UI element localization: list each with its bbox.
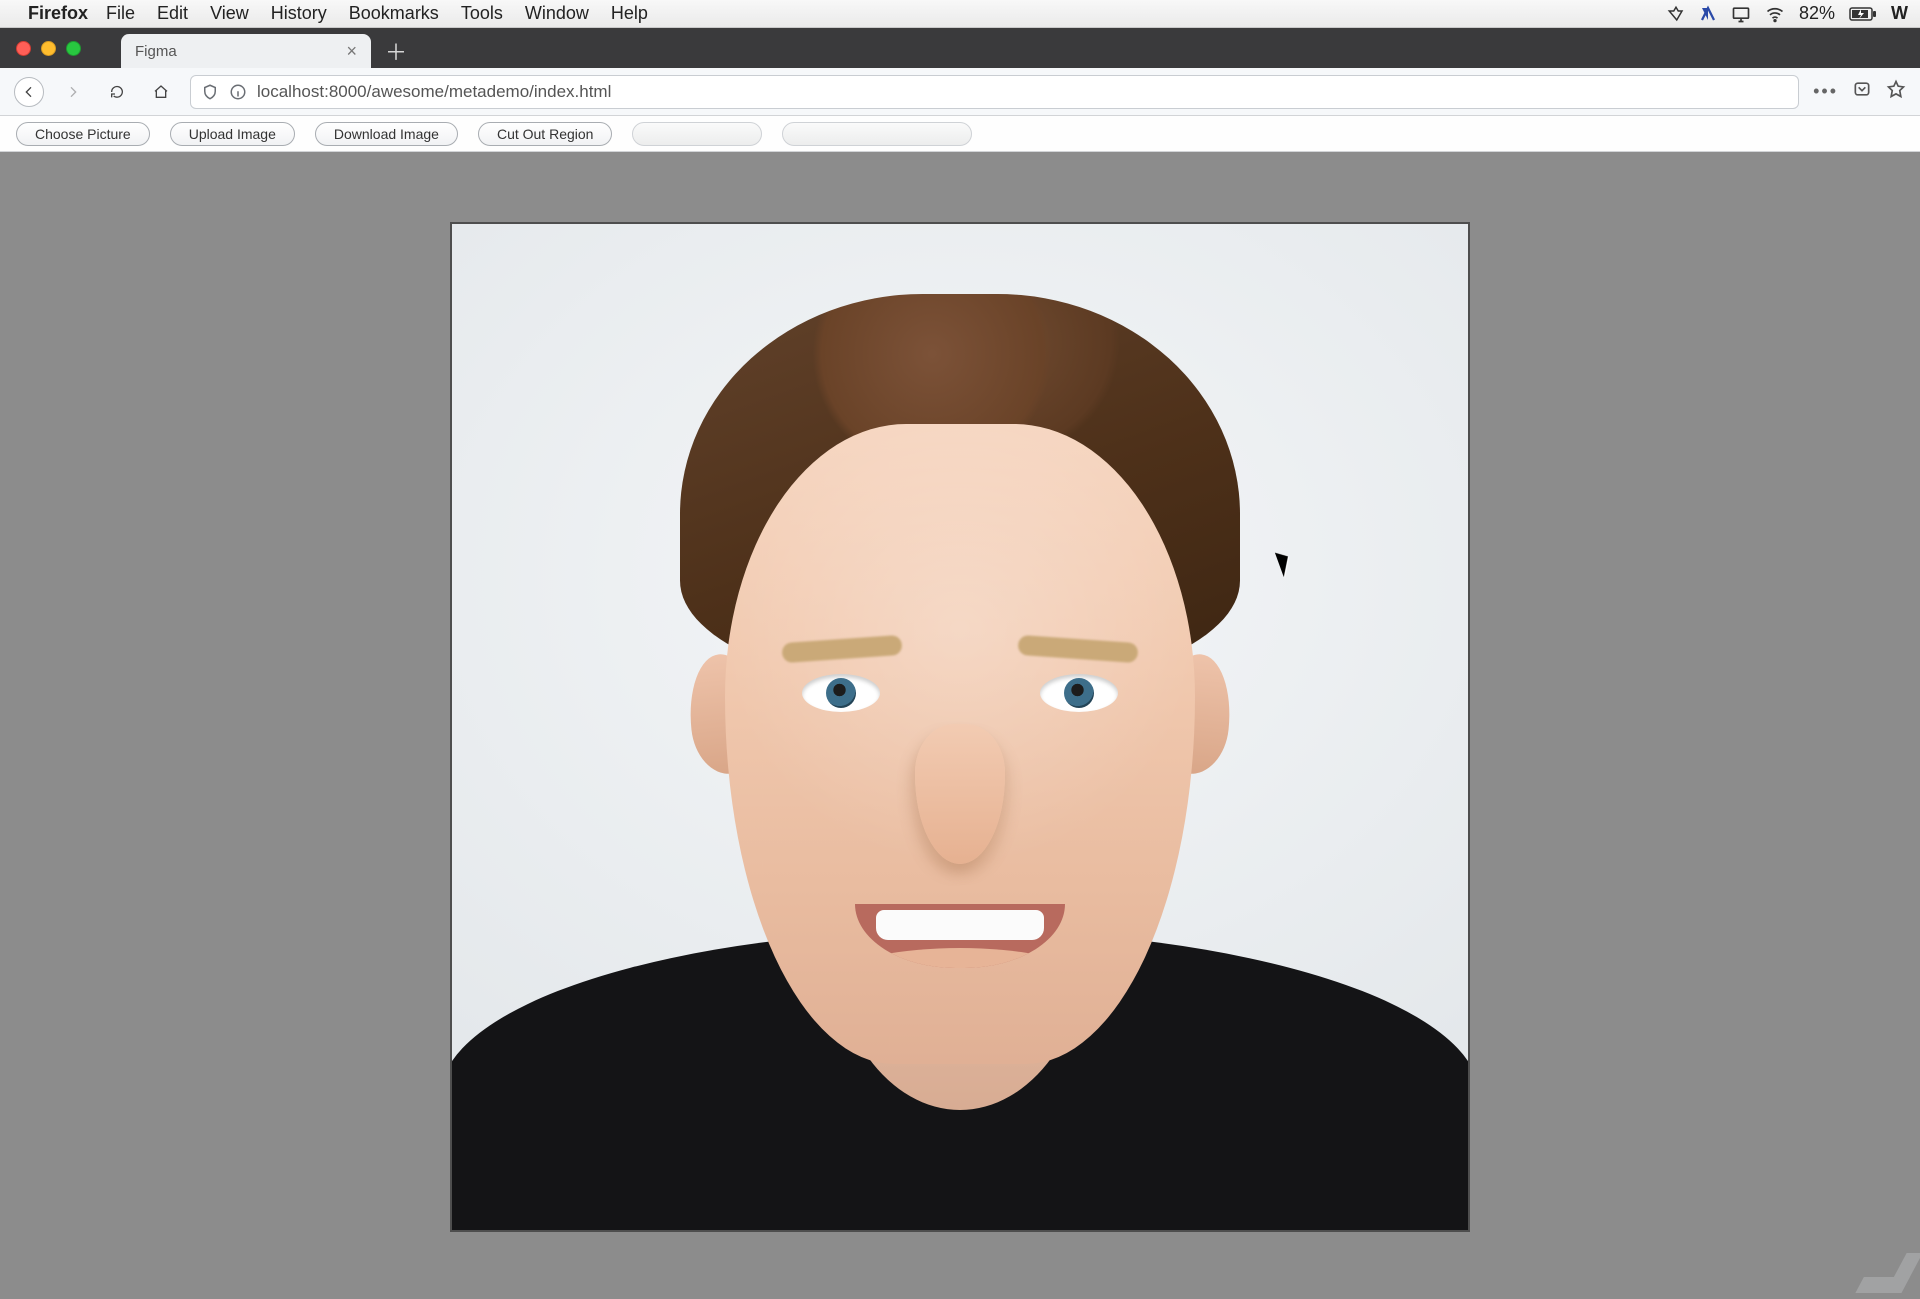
window-minimize-button[interactable] — [41, 41, 56, 56]
nav-back-button[interactable] — [14, 77, 44, 107]
upload-image-button[interactable]: Upload Image — [170, 122, 295, 146]
menubar-malware-icon[interactable] — [1699, 5, 1717, 23]
browser-toolbar: ••• — [0, 68, 1920, 116]
browser-tab-title: Figma — [135, 43, 336, 60]
menubar-extension-icon[interactable] — [1667, 5, 1685, 23]
reader-pocket-icon[interactable] — [1852, 79, 1872, 104]
site-info-icon[interactable] — [229, 83, 247, 101]
nav-forward-button — [58, 77, 88, 107]
choose-picture-button[interactable]: Choose Picture — [16, 122, 150, 146]
url-bar[interactable] — [190, 75, 1799, 109]
menu-file[interactable]: File — [106, 3, 135, 24]
menu-view[interactable]: View — [210, 3, 249, 24]
cut-out-region-button[interactable]: Cut Out Region — [478, 122, 613, 146]
toolbar-right-group: ••• — [1813, 79, 1906, 104]
nav-reload-button[interactable] — [102, 77, 132, 107]
nav-home-button[interactable] — [146, 77, 176, 107]
tracking-shield-icon[interactable] — [201, 83, 219, 101]
corner-watermark — [1855, 1253, 1920, 1293]
menubar-display-icon[interactable] — [1731, 4, 1751, 24]
image-canvas[interactable] — [450, 222, 1470, 1232]
macos-menubar: Firefox File Edit View History Bookmarks… — [0, 0, 1920, 28]
tab-close-icon[interactable]: × — [346, 41, 357, 62]
menu-edit[interactable]: Edit — [157, 3, 188, 24]
bookmark-star-icon[interactable] — [1886, 79, 1906, 104]
new-tab-button[interactable]: ＋ — [381, 36, 411, 66]
menu-bookmarks[interactable]: Bookmarks — [349, 3, 439, 24]
window-close-button[interactable] — [16, 41, 31, 56]
portrait-image — [452, 224, 1468, 1230]
menu-help[interactable]: Help — [611, 3, 648, 24]
download-image-button[interactable]: Download Image — [315, 122, 458, 146]
menubar-right-letter: W — [1891, 3, 1908, 24]
content-area — [0, 152, 1920, 1299]
window-zoom-button[interactable] — [66, 41, 81, 56]
menubar-battery-icon[interactable] — [1849, 7, 1877, 21]
menubar-app-name[interactable]: Firefox — [28, 3, 88, 24]
browser-tabstrip: Figma × ＋ — [0, 28, 1920, 68]
menubar-battery-percent: 82% — [1799, 3, 1835, 24]
menu-tools[interactable]: Tools — [461, 3, 503, 24]
page-actions-icon[interactable]: ••• — [1813, 81, 1838, 102]
menubar-wifi-icon[interactable] — [1765, 4, 1785, 24]
menu-history[interactable]: History — [271, 3, 327, 24]
menu-window[interactable]: Window — [525, 3, 589, 24]
disabled-button-1: placeholder — [632, 122, 762, 146]
browser-tab-active[interactable]: Figma × — [121, 34, 371, 68]
app-button-bar: Choose Picture Upload Image Download Ima… — [0, 116, 1920, 152]
window-controls — [10, 28, 91, 68]
disabled-button-2: placeholder — [782, 122, 972, 146]
url-input[interactable] — [257, 82, 1788, 102]
